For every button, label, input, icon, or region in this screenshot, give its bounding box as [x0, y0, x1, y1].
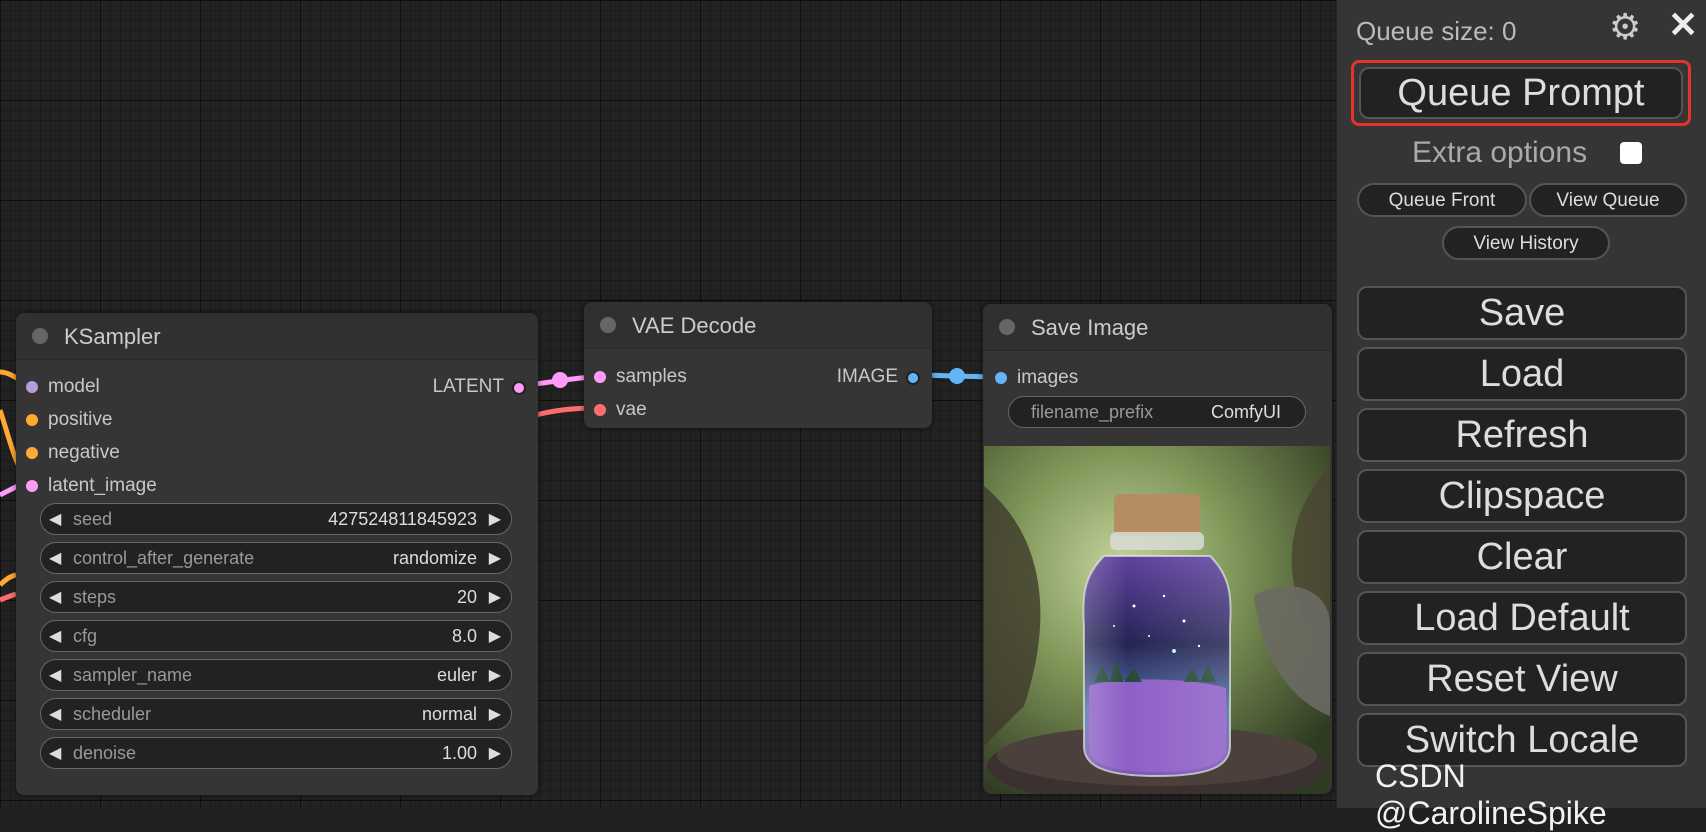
collapse-dot-icon[interactable] — [600, 317, 616, 333]
steps-widget[interactable]: ◀ steps 20 ▶ — [40, 581, 512, 613]
clipspace-button[interactable]: Clipspace — [1357, 469, 1687, 523]
watermark-text: CSDN @CarolineSpike — [1375, 758, 1607, 831]
increment-arrow-icon[interactable]: ▶ — [489, 509, 501, 529]
cfg-widget[interactable]: ◀ cfg 8.0 ▶ — [40, 620, 512, 652]
input-slot-vae[interactable]: vae — [594, 399, 647, 421]
control-after-generate-widget[interactable]: ◀ control_after_generate randomize ▶ — [40, 542, 512, 574]
output-slot-latent[interactable]: LATENT — [433, 376, 526, 398]
queue-front-button[interactable]: Queue Front — [1357, 183, 1527, 217]
reset-view-button[interactable]: Reset View — [1357, 652, 1687, 706]
slot-dot-icon[interactable] — [512, 381, 526, 395]
save-button[interactable]: Save — [1357, 286, 1687, 340]
seed-widget[interactable]: ◀ seed 427524811845923 ▶ — [40, 503, 512, 535]
ksampler-node[interactable]: KSampler model positive negative latent_… — [16, 313, 538, 795]
vae-decode-title-bar[interactable]: VAE Decode — [584, 302, 932, 349]
node-title: KSampler — [64, 324, 161, 349]
input-slot-positive[interactable]: positive — [26, 409, 112, 431]
decrement-arrow-icon[interactable]: ◀ — [49, 509, 61, 529]
increment-arrow-icon[interactable]: ▶ — [489, 548, 501, 568]
node-title: VAE Decode — [632, 313, 757, 338]
collapse-dot-icon[interactable] — [32, 328, 48, 344]
increment-arrow-icon[interactable]: ▶ — [489, 626, 501, 646]
jar-image-preview — [984, 446, 1330, 794]
decrement-arrow-icon[interactable]: ◀ — [49, 626, 61, 646]
decrement-arrow-icon[interactable]: ◀ — [49, 548, 61, 568]
collapse-dot-icon[interactable] — [999, 319, 1015, 335]
save-image-node[interactable]: Save Image images filename_prefix ComfyU… — [983, 304, 1332, 794]
filename-prefix-widget[interactable]: filename_prefix ComfyUI — [1008, 396, 1306, 428]
input-slot-samples[interactable]: samples — [594, 366, 687, 388]
decrement-arrow-icon[interactable]: ◀ — [49, 743, 61, 763]
ksampler-title-bar[interactable]: KSampler — [16, 313, 538, 360]
slot-dot-icon[interactable] — [26, 480, 38, 492]
slot-dot-icon[interactable] — [906, 371, 920, 385]
decrement-arrow-icon[interactable]: ◀ — [49, 704, 61, 724]
sampler-name-widget[interactable]: ◀ sampler_name euler ▶ — [40, 659, 512, 691]
gear-icon[interactable]: ⚙ — [1609, 6, 1641, 48]
view-queue-button[interactable]: View Queue — [1529, 183, 1687, 217]
image-preview[interactable] — [984, 446, 1330, 794]
decrement-arrow-icon[interactable]: ◀ — [49, 587, 61, 607]
slot-dot-icon[interactable] — [995, 372, 1007, 384]
refresh-button[interactable]: Refresh — [1357, 408, 1687, 462]
node-title: Save Image — [1031, 315, 1149, 340]
increment-arrow-icon[interactable]: ▶ — [489, 743, 501, 763]
view-history-button[interactable]: View History — [1442, 226, 1610, 260]
input-slot-negative[interactable]: negative — [26, 442, 120, 464]
close-icon[interactable]: ✕ — [1668, 4, 1698, 46]
graph-canvas[interactable]: KSampler model positive negative latent_… — [0, 0, 1336, 808]
load-button[interactable]: Load — [1357, 347, 1687, 401]
extra-options-label: Extra options — [1412, 136, 1588, 169]
extra-options-checkbox[interactable] — [1620, 142, 1642, 164]
queue-prompt-highlight: Queue Prompt — [1351, 60, 1691, 126]
queue-menu-panel: Queue size: 0 ⚙ ✕ Queue Prompt Extra opt… — [1336, 0, 1706, 808]
load-default-button[interactable]: Load Default — [1357, 591, 1687, 645]
queue-prompt-button[interactable]: Queue Prompt — [1359, 67, 1683, 119]
slot-dot-icon[interactable] — [26, 414, 38, 426]
input-slot-model[interactable]: model — [26, 376, 100, 398]
clear-button[interactable]: Clear — [1357, 530, 1687, 584]
input-slot-latent-image[interactable]: latent_image — [26, 475, 157, 497]
save-image-title-bar[interactable]: Save Image — [983, 304, 1332, 351]
slot-dot-icon[interactable] — [26, 447, 38, 459]
input-slot-images[interactable]: images — [995, 367, 1078, 389]
vae-decode-node[interactable]: VAE Decode samples vae IMAGE — [584, 302, 932, 428]
slot-dot-icon[interactable] — [594, 371, 606, 383]
slot-dot-icon[interactable] — [26, 381, 38, 393]
increment-arrow-icon[interactable]: ▶ — [489, 704, 501, 724]
output-slot-image[interactable]: IMAGE — [837, 366, 920, 388]
slot-dot-icon[interactable] — [594, 404, 606, 416]
denoise-widget[interactable]: ◀ denoise 1.00 ▶ — [40, 737, 512, 769]
decrement-arrow-icon[interactable]: ◀ — [49, 665, 61, 685]
increment-arrow-icon[interactable]: ▶ — [489, 587, 501, 607]
queue-size-label: Queue size: 0 — [1356, 16, 1517, 46]
scheduler-widget[interactable]: ◀ scheduler normal ▶ — [40, 698, 512, 730]
increment-arrow-icon[interactable]: ▶ — [489, 665, 501, 685]
